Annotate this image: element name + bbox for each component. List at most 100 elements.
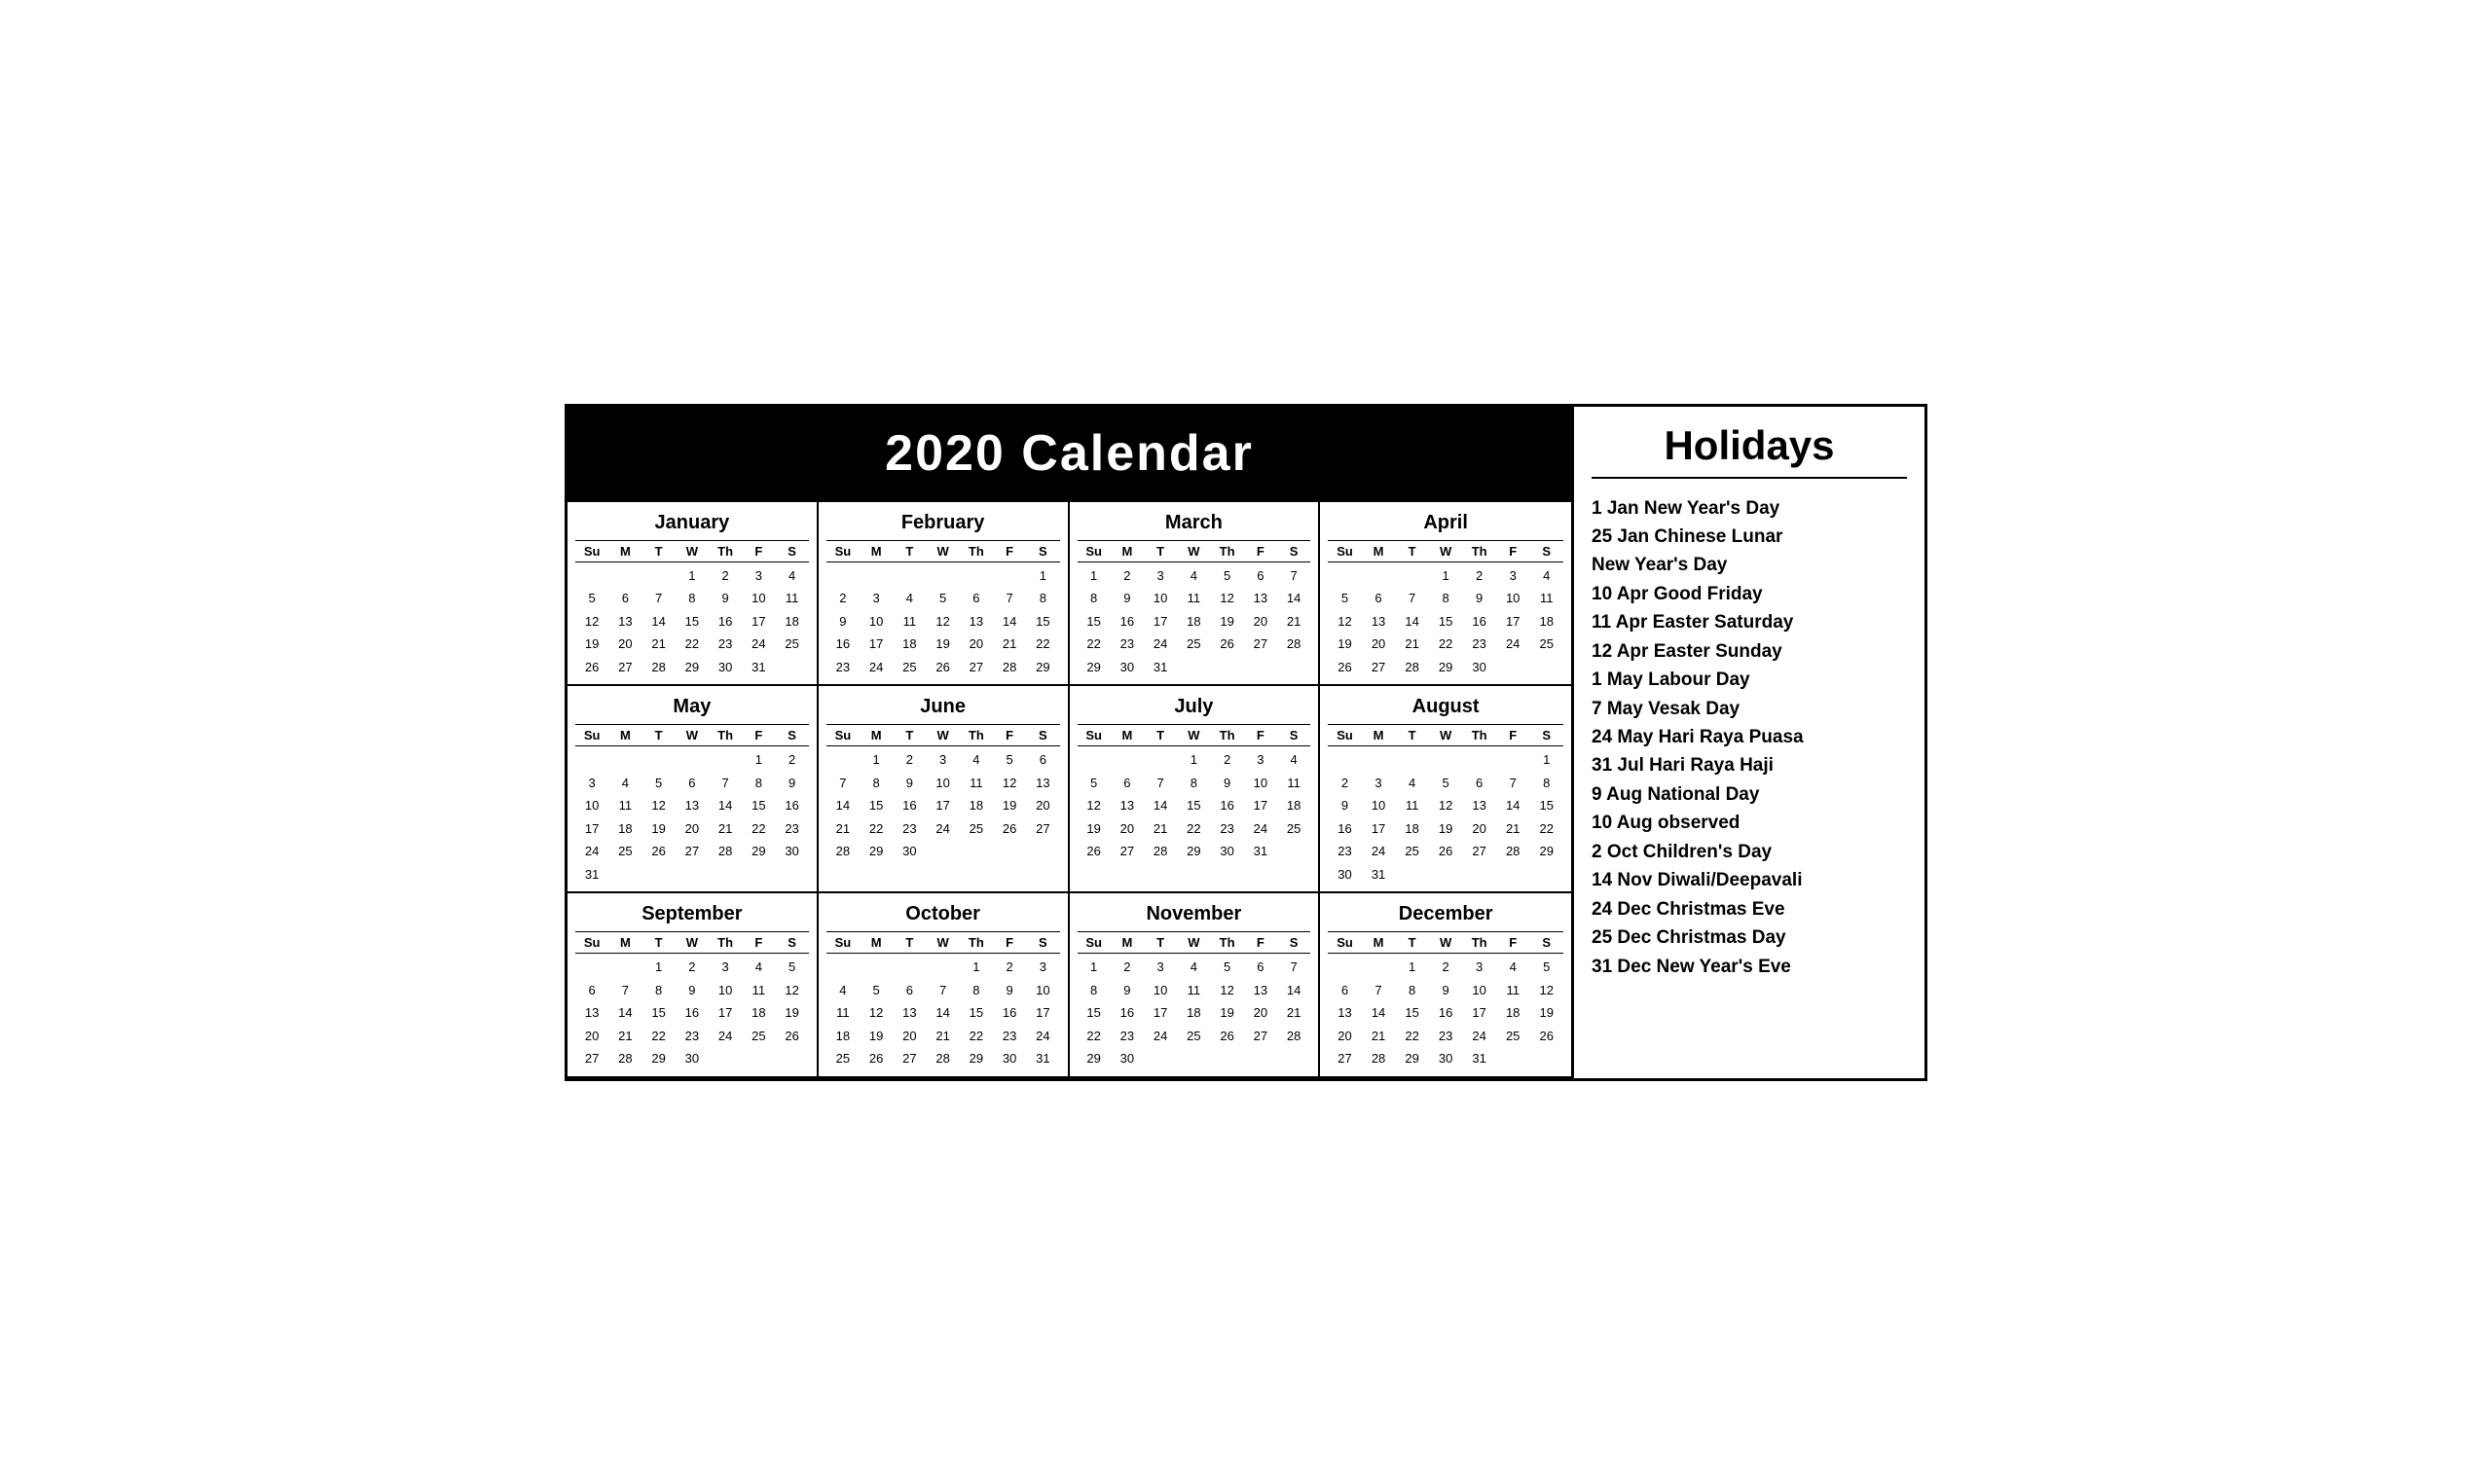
day-cell: 16 bbox=[1211, 794, 1244, 817]
holiday-item: 7 May Vesak Day bbox=[1592, 695, 1907, 723]
day-header: Su bbox=[1328, 544, 1362, 559]
day-cell: 13 bbox=[1244, 587, 1277, 610]
day-cell: 12 bbox=[927, 610, 960, 633]
day-cell: 6 bbox=[676, 772, 709, 795]
day-cell: 7 bbox=[1144, 772, 1177, 795]
day-cell bbox=[1244, 656, 1277, 679]
day-cell: 15 bbox=[1395, 1001, 1429, 1025]
day-cell: 28 bbox=[608, 1047, 641, 1070]
day-cell: 17 bbox=[1496, 610, 1530, 633]
day-cell: 4 bbox=[826, 979, 860, 1002]
day-header: W bbox=[1177, 728, 1210, 742]
day-cell: 5 bbox=[1211, 956, 1244, 979]
day-cell bbox=[1395, 564, 1429, 588]
day-cell: 9 bbox=[1111, 587, 1144, 610]
day-cell: 23 bbox=[1328, 840, 1362, 863]
day-cell: 21 bbox=[1362, 1025, 1396, 1048]
day-cell: 19 bbox=[642, 817, 676, 841]
day-cell: 10 bbox=[1496, 587, 1530, 610]
day-cell: 21 bbox=[1144, 817, 1177, 841]
day-cell bbox=[676, 863, 709, 887]
day-cell: 29 bbox=[1177, 840, 1210, 863]
day-cell: 25 bbox=[1395, 840, 1429, 863]
month-name: February bbox=[826, 508, 1060, 540]
day-cell: 11 bbox=[826, 1001, 860, 1025]
day-cell: 7 bbox=[993, 587, 1026, 610]
day-cell: 15 bbox=[960, 1001, 993, 1025]
day-header: M bbox=[1111, 935, 1144, 950]
day-header: T bbox=[893, 728, 926, 742]
day-cell: 23 bbox=[1429, 1025, 1463, 1048]
day-cell: 5 bbox=[927, 587, 960, 610]
day-cell bbox=[575, 564, 608, 588]
day-cell: 14 bbox=[826, 794, 860, 817]
day-cell: 20 bbox=[1026, 794, 1059, 817]
day-cell: 20 bbox=[1462, 817, 1496, 841]
day-cell: 3 bbox=[709, 956, 742, 979]
day-cell: 25 bbox=[1496, 1025, 1530, 1048]
day-cell bbox=[1144, 1047, 1177, 1070]
day-cell: 26 bbox=[860, 1047, 893, 1070]
day-header: W bbox=[1429, 544, 1463, 559]
day-cell: 10 bbox=[1244, 772, 1277, 795]
day-cell: 10 bbox=[1462, 979, 1496, 1002]
day-cell: 8 bbox=[1078, 979, 1111, 1002]
day-cell: 17 bbox=[927, 794, 960, 817]
day-cell: 25 bbox=[960, 817, 993, 841]
day-cell: 14 bbox=[608, 1001, 641, 1025]
day-cell: 7 bbox=[1496, 772, 1530, 795]
day-cell bbox=[960, 840, 993, 863]
day-cell: 16 bbox=[1462, 610, 1496, 633]
day-cell: 27 bbox=[1244, 633, 1277, 656]
day-cell bbox=[1362, 956, 1396, 979]
day-cell: 20 bbox=[608, 633, 641, 656]
day-cell: 24 bbox=[1026, 1025, 1059, 1048]
day-cell bbox=[1429, 863, 1463, 887]
day-cell bbox=[1496, 748, 1530, 772]
day-cell: 5 bbox=[1328, 587, 1362, 610]
day-cell: 25 bbox=[608, 840, 641, 863]
day-header: S bbox=[1529, 728, 1563, 742]
day-cell: 22 bbox=[1026, 633, 1059, 656]
day-cell: 26 bbox=[1211, 1025, 1244, 1048]
day-header: Th bbox=[709, 544, 742, 559]
day-cell bbox=[709, 748, 742, 772]
day-cell: 16 bbox=[893, 794, 926, 817]
day-headers: SuMTWThFS bbox=[575, 931, 809, 954]
month-name: June bbox=[826, 692, 1060, 724]
day-cell: 22 bbox=[1078, 1025, 1111, 1048]
day-cell bbox=[1529, 1047, 1563, 1070]
day-cell: 26 bbox=[1211, 633, 1244, 656]
day-cell: 2 bbox=[1328, 772, 1362, 795]
day-cell: 15 bbox=[1529, 794, 1563, 817]
day-cell: 18 bbox=[742, 1001, 775, 1025]
day-cell: 6 bbox=[960, 587, 993, 610]
day-header: F bbox=[993, 544, 1026, 559]
day-cell: 9 bbox=[709, 587, 742, 610]
day-cell: 28 bbox=[993, 656, 1026, 679]
day-cell: 5 bbox=[1211, 564, 1244, 588]
day-header: Th bbox=[1211, 728, 1244, 742]
day-cell: 24 bbox=[1144, 633, 1177, 656]
day-cell: 30 bbox=[893, 840, 926, 863]
day-cell: 1 bbox=[1026, 564, 1059, 588]
day-cell: 4 bbox=[1177, 956, 1210, 979]
day-header: Su bbox=[575, 935, 608, 950]
day-cell: 20 bbox=[960, 633, 993, 656]
day-cell: 2 bbox=[776, 748, 809, 772]
day-cell bbox=[860, 956, 893, 979]
day-cell: 18 bbox=[1277, 794, 1310, 817]
day-cell: 17 bbox=[1362, 817, 1396, 841]
day-cell: 27 bbox=[893, 1047, 926, 1070]
day-cell: 24 bbox=[927, 817, 960, 841]
day-cell: 22 bbox=[860, 817, 893, 841]
day-cell: 29 bbox=[1078, 656, 1111, 679]
days-grid: 1234567891011121314151617181920212223242… bbox=[1078, 748, 1311, 863]
day-cell: 18 bbox=[960, 794, 993, 817]
day-cell: 19 bbox=[575, 633, 608, 656]
day-cell: 7 bbox=[1277, 956, 1310, 979]
month-name: May bbox=[575, 692, 809, 724]
day-cell: 26 bbox=[1429, 840, 1463, 863]
day-cell: 4 bbox=[1395, 772, 1429, 795]
day-header: F bbox=[1496, 728, 1530, 742]
